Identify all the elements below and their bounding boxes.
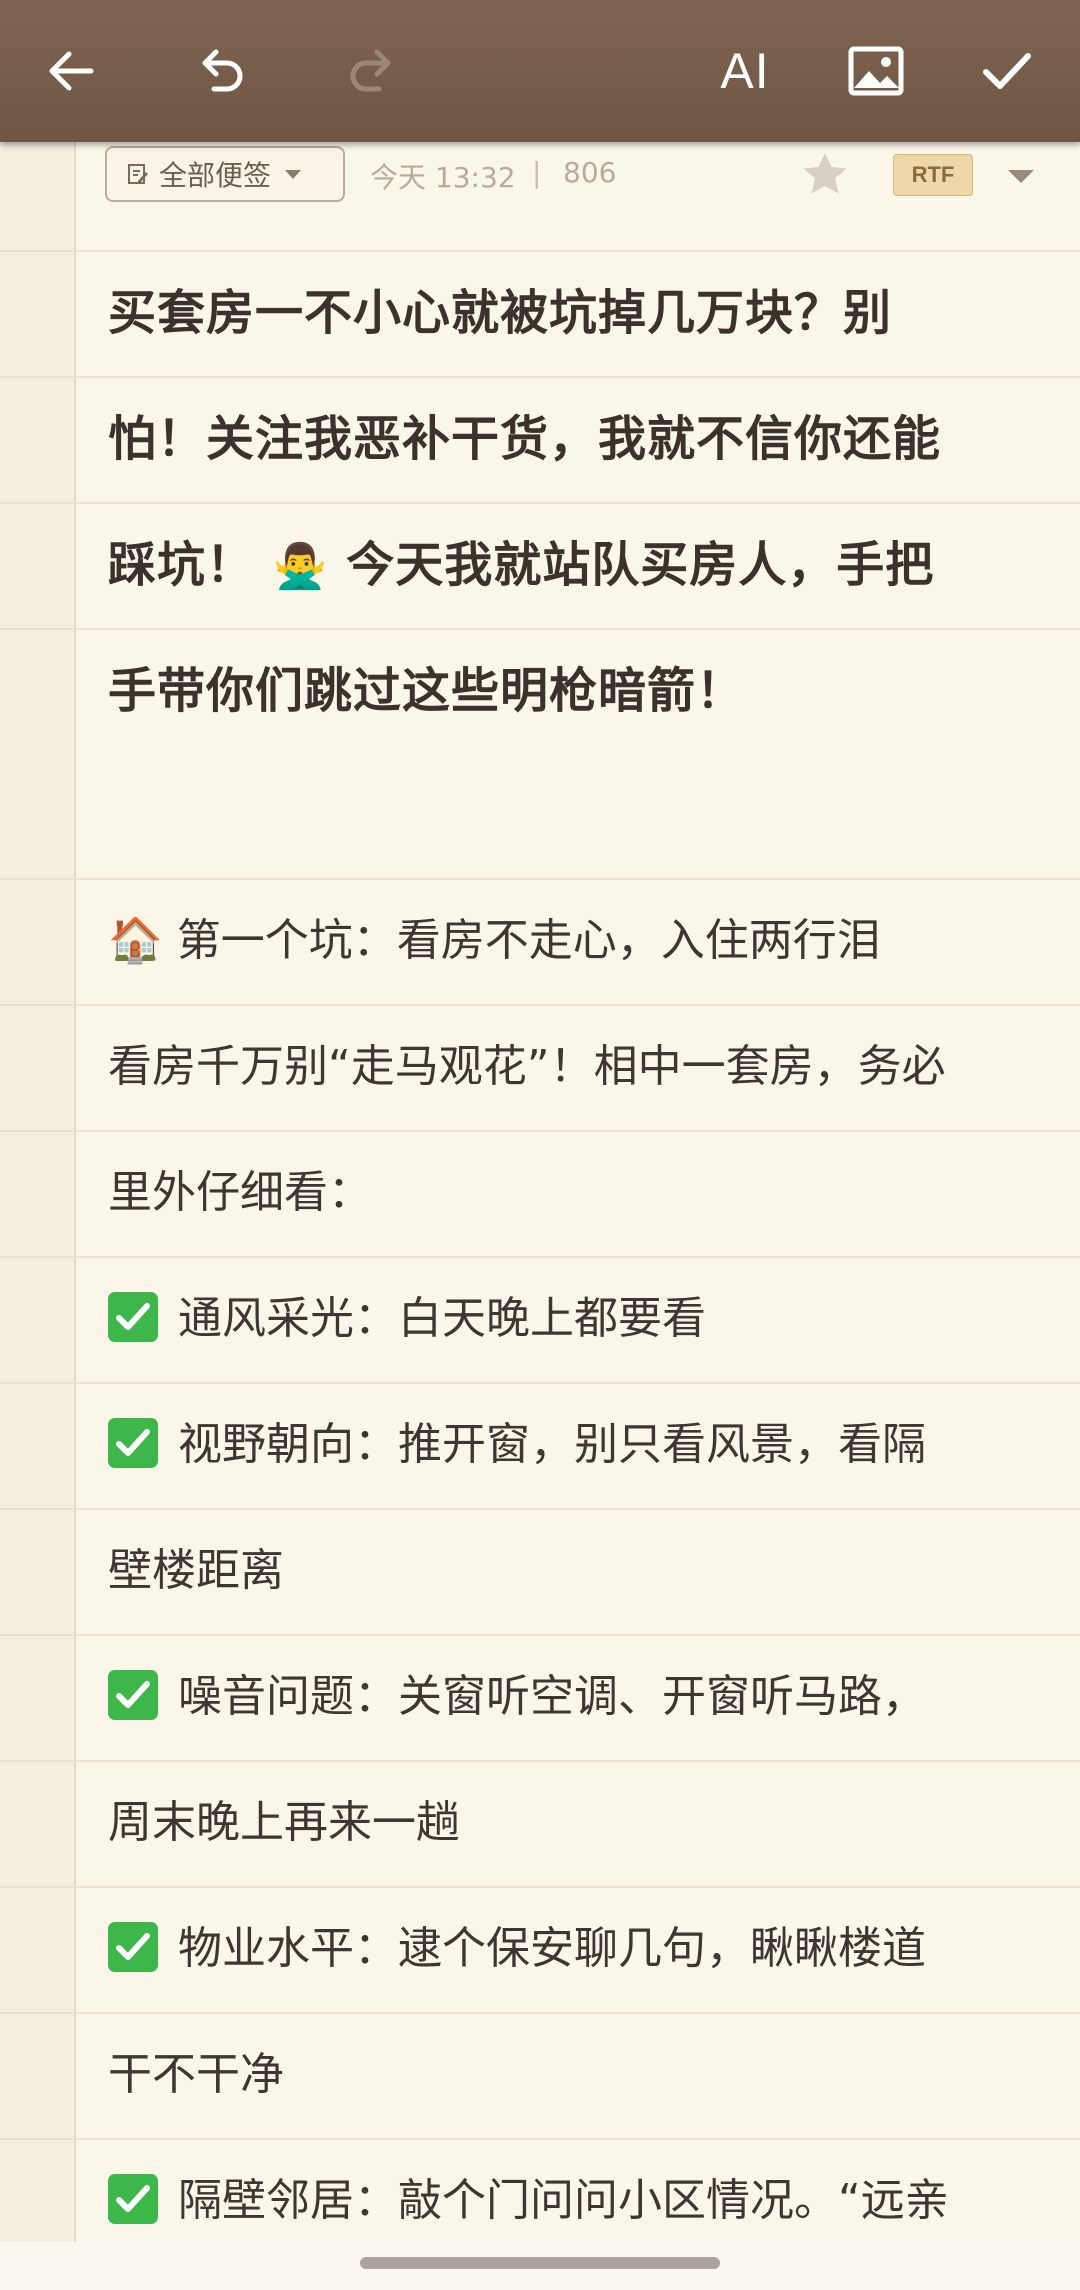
note-title-line[interactable]: 怕！关注我恶补干货，我就不信你还能 bbox=[108, 376, 941, 502]
arrow-left-icon bbox=[49, 51, 94, 91]
note-body-line[interactable]: 物业水平：逮个保安聊几句，瞅瞅楼道 bbox=[108, 1886, 926, 2012]
redo-button[interactable] bbox=[330, 30, 412, 112]
body-text: 第一个坑：看房不走心，入住两行泪 bbox=[176, 915, 881, 966]
note-title-line[interactable]: 手带你们跳过这些明枪暗箭！ bbox=[108, 628, 745, 754]
note-edit-icon bbox=[128, 164, 148, 184]
redo-icon bbox=[350, 49, 391, 92]
title-text-part: 今天我就站队买房人，手把 bbox=[346, 537, 935, 593]
note-body-line[interactable]: 隔壁邻居：敲个门问问小区情况。“远亲 bbox=[108, 2138, 949, 2242]
note-body-line[interactable]: 噪音问题：关窗听空调、开窗听马路， bbox=[108, 1634, 926, 1760]
check-mark-icon bbox=[108, 1670, 158, 1720]
undo-button[interactable] bbox=[181, 30, 263, 112]
person-gesturing-no-emoji: 🙅‍♂️ bbox=[272, 541, 329, 592]
note-body-line[interactable]: 视野朝向：推开窗，别只看风景，看隔 bbox=[108, 1382, 926, 1508]
body-text: 视野朝向：推开窗，别只看风景，看隔 bbox=[178, 1419, 926, 1470]
ai-button[interactable]: AI bbox=[704, 30, 786, 112]
note-body-line[interactable]: 干不干净 bbox=[108, 2012, 284, 2138]
note-title-line[interactable]: 买套房一不小心就被坑掉几万块？别 bbox=[108, 250, 892, 376]
note-body-line[interactable]: 通风采光：白天晚上都要看 bbox=[108, 1256, 706, 1382]
meta-separator: | bbox=[532, 156, 542, 189]
body-text: 通风采光：白天晚上都要看 bbox=[178, 1293, 706, 1344]
margin-line bbox=[74, 142, 76, 2242]
title-text-part: 踩坑！ bbox=[108, 537, 256, 593]
home-indicator[interactable] bbox=[360, 2257, 720, 2269]
note-body-line[interactable]: 周末晚上再来一趟 bbox=[108, 1760, 460, 1886]
note-timestamp: 今天 13:32 bbox=[370, 161, 516, 194]
more-options-caret[interactable] bbox=[1008, 170, 1034, 183]
note-body-line[interactable]: 壁楼距离 bbox=[108, 1508, 284, 1634]
insert-image-button[interactable] bbox=[835, 30, 917, 112]
note-body-line[interactable]: 🏠 第一个坑：看房不走心，入住两行泪 bbox=[108, 878, 881, 1004]
top-toolbar: AI bbox=[0, 0, 1080, 142]
folder-label: 全部便签 bbox=[159, 159, 272, 192]
folder-selector[interactable]: 全部便签 bbox=[105, 146, 345, 202]
check-icon bbox=[983, 53, 1031, 89]
back-button[interactable] bbox=[30, 30, 112, 112]
char-count: 806 bbox=[563, 156, 617, 189]
left-margin bbox=[0, 142, 74, 2242]
note-body-line[interactable]: 里外仔细看： bbox=[108, 1130, 372, 1256]
star-icon[interactable] bbox=[800, 150, 850, 198]
rtf-format-badge[interactable]: RTF bbox=[893, 154, 973, 196]
house-emoji: 🏠 bbox=[108, 915, 163, 966]
body-text: 噪音问题：关窗听空调、开窗听马路， bbox=[178, 1671, 926, 1722]
check-mark-icon bbox=[108, 1292, 158, 1342]
note-paper: 全部便签 今天 13:32 | 806 RTF 买套房一不小心就被坑掉几万块？别… bbox=[0, 142, 1080, 2242]
check-mark-icon bbox=[108, 2174, 158, 2224]
check-mark-icon bbox=[108, 1922, 158, 1972]
body-text: 物业水平：逮个保安聊几句，瞅瞅楼道 bbox=[178, 1923, 926, 1974]
image-icon bbox=[848, 46, 904, 96]
undo-icon bbox=[202, 49, 243, 92]
body-text: 隔壁邻居：敲个门问问小区情况。“远亲 bbox=[178, 2175, 949, 2226]
done-button[interactable] bbox=[966, 30, 1048, 112]
note-meta-row: 全部便签 今天 13:32 | 806 RTF bbox=[0, 142, 1080, 250]
chevron-down-icon bbox=[285, 169, 302, 179]
check-mark-icon bbox=[108, 1418, 158, 1468]
note-title-line[interactable]: 踩坑！ 🙅‍♂️ 今天我就站队买房人，手把 bbox=[108, 502, 934, 628]
note-body-line[interactable]: 看房千万别“走马观花”！相中一套房，务必 bbox=[108, 1004, 946, 1130]
